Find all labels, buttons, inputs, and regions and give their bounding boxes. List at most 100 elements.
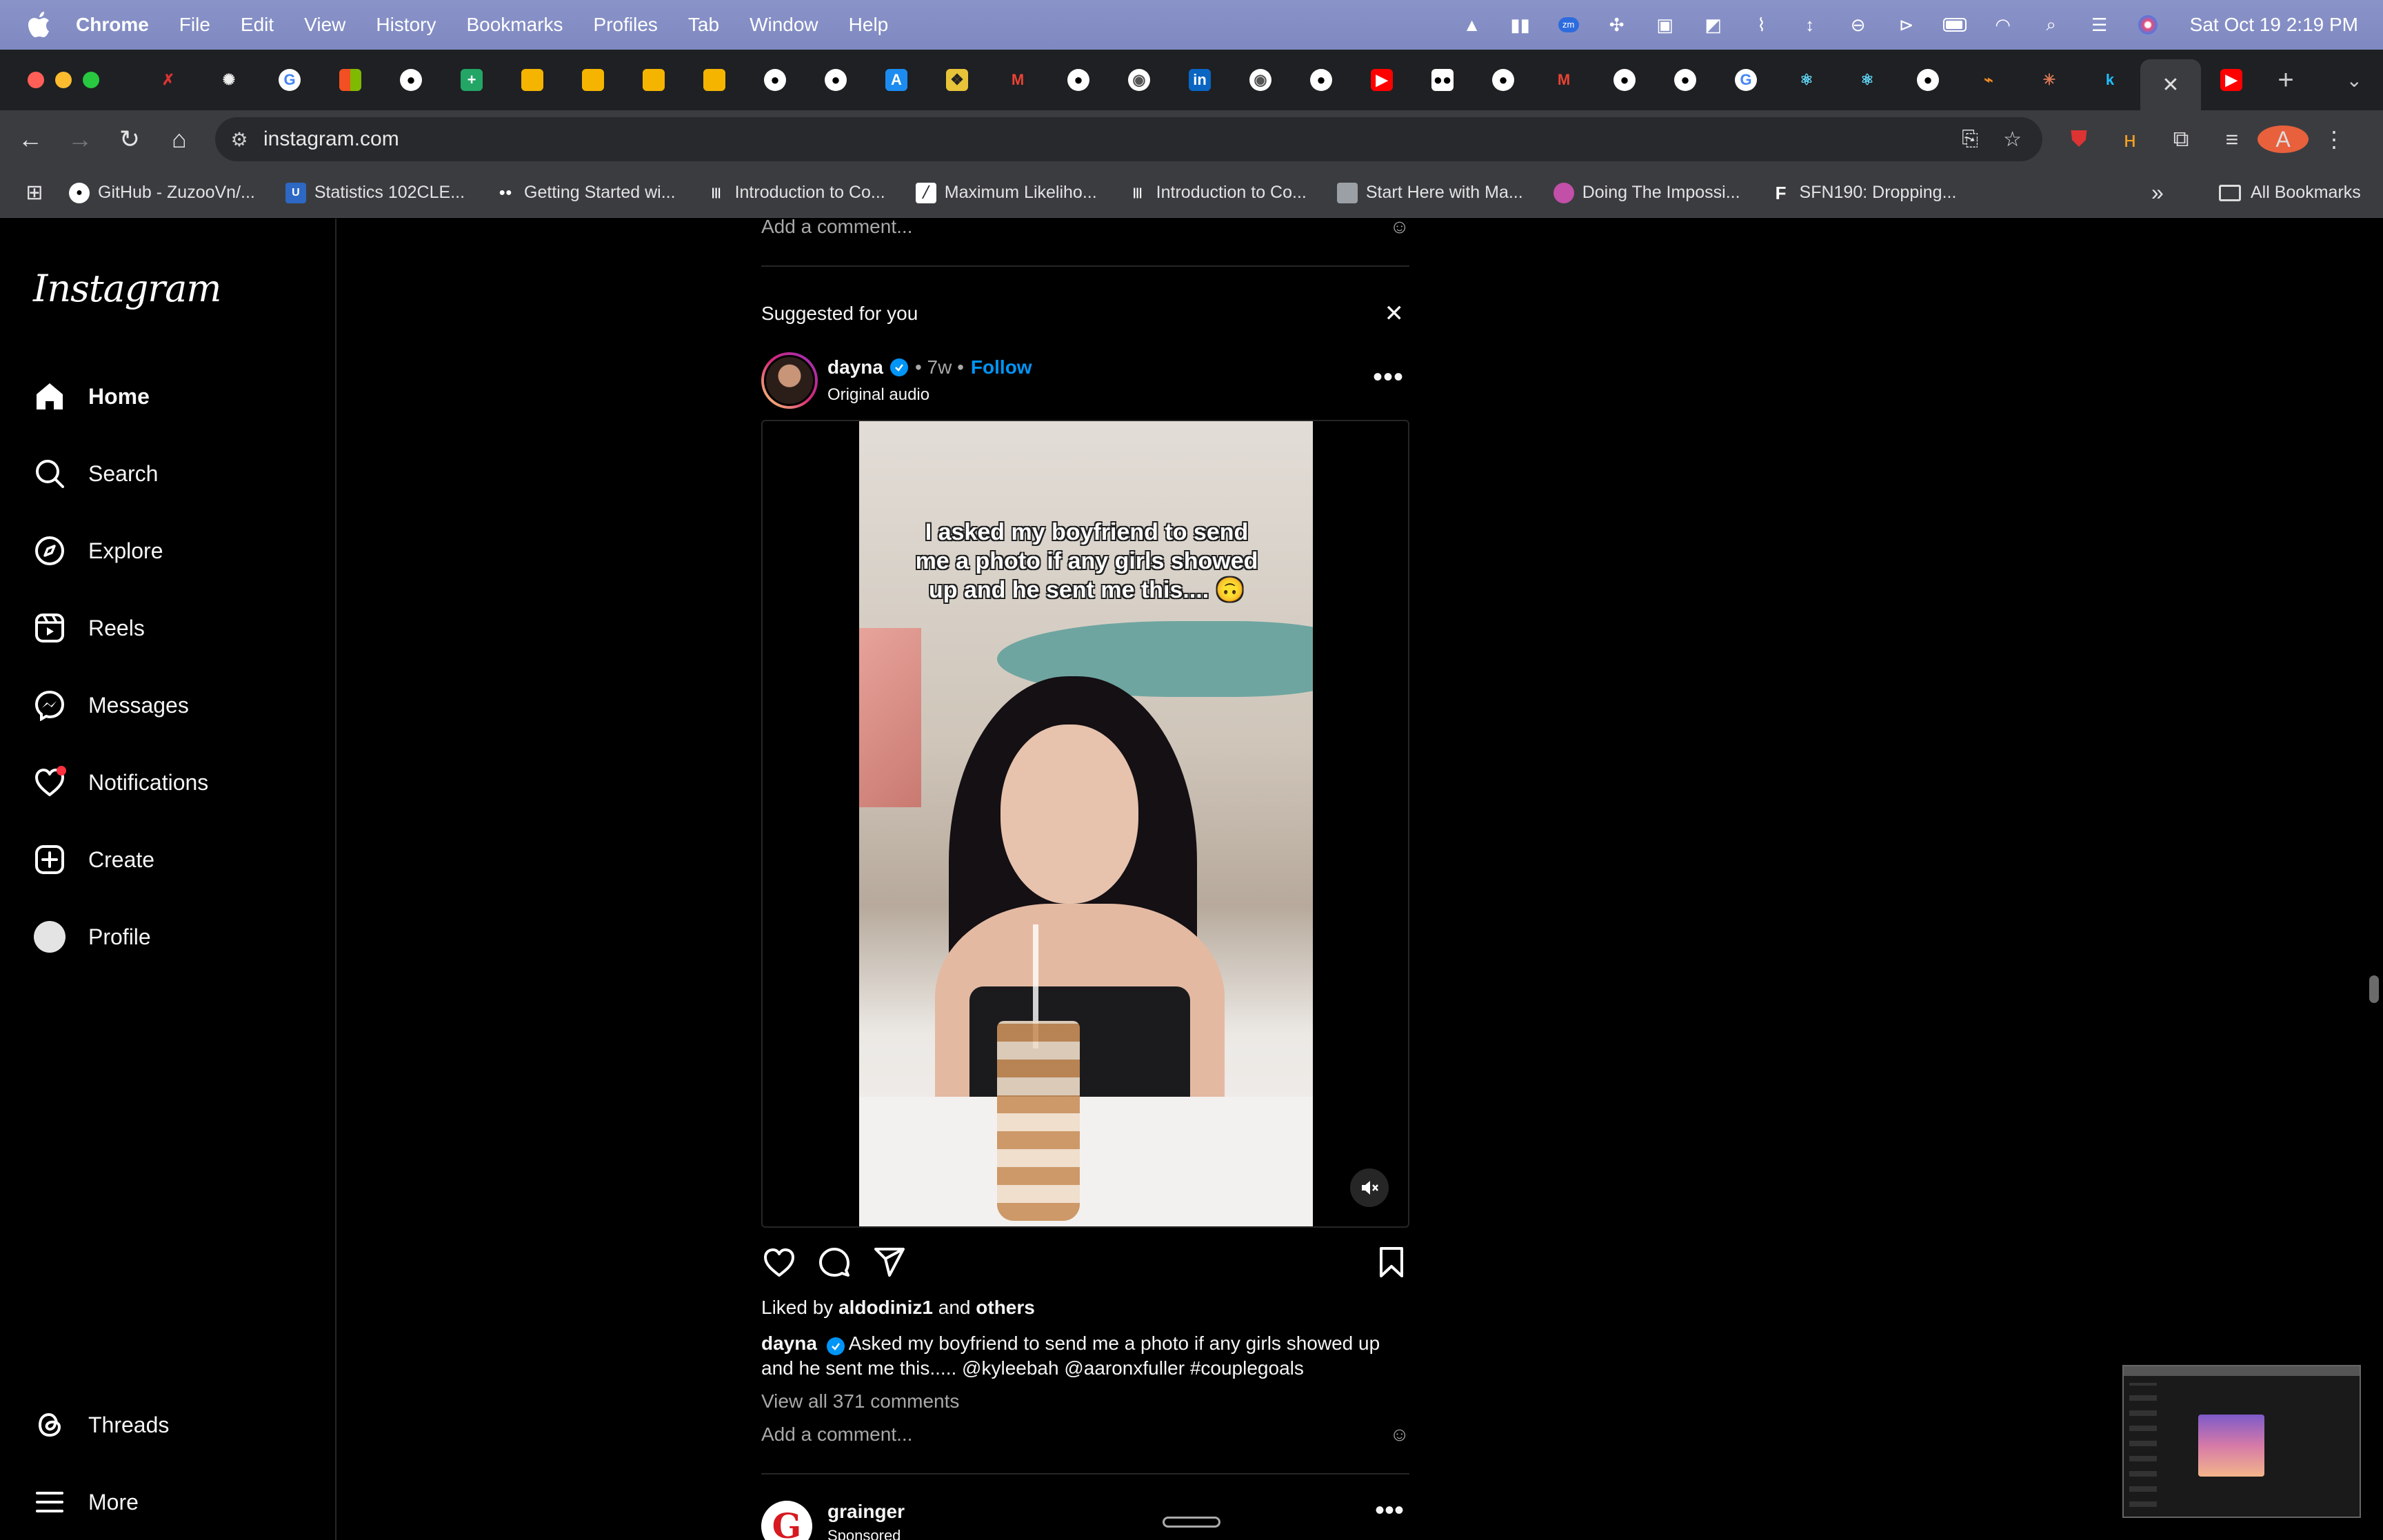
menu-app-chrome[interactable]: Chrome [76,14,149,36]
tab[interactable]: k [2080,57,2140,103]
tab[interactable]: G [1716,57,1776,103]
battery-icon[interactable] [1942,14,1967,35]
apple-icon[interactable] [25,11,52,39]
bookmark-item[interactable]: Start Here with Ma... [1336,182,1523,203]
tab-search-icon[interactable]: ⌄ [2346,69,2362,92]
nav-reels[interactable]: Reels [32,600,145,656]
menu-file[interactable]: File [179,14,210,36]
tab[interactable]: ◉ [1230,57,1291,103]
nav-notifications[interactable]: Notifications [32,755,208,810]
tab[interactable]: ⚛ [1837,57,1898,103]
tab[interactable]: ● [1048,57,1109,103]
url-text[interactable]: instagram.com [263,128,399,151]
wifi-icon[interactable]: ◠ [1991,14,2015,35]
liked-by-others[interactable]: others [976,1297,1035,1318]
extensions-icon[interactable]: ⧉ [2155,126,2206,152]
reel-video[interactable]: I asked my boyfriend to send me a photo … [859,421,1313,1226]
bookmark-item[interactable]: ||| Introduction to Co... [1127,183,1307,203]
post-media[interactable]: I asked my boyfriend to send me a photo … [761,420,1409,1228]
nav-messages[interactable]: Messages [32,678,189,733]
tab[interactable]: + [441,57,502,103]
tab[interactable]: M [1534,57,1594,103]
post-time[interactable]: 7w [927,356,952,378]
spotlight-icon[interactable]: ⌕ [2040,14,2063,35]
bookmark-star-icon[interactable]: ☆ [2003,128,2022,152]
profile-button[interactable]: A [2258,125,2309,153]
bookmark-item[interactable]: ||| Introduction to Co... [706,183,885,203]
page-scrollbar[interactable] [2369,975,2379,1003]
tab[interactable]: ◉ [1109,57,1169,103]
tab[interactable]: ❖ [927,57,987,103]
tab[interactable]: ▶ [1351,57,1412,103]
tab[interactable]: ▶ [2201,57,2262,103]
close-icon[interactable]: ✕ [2162,73,2179,97]
tab[interactable] [502,57,563,103]
new-tab-button[interactable]: + [2262,65,2310,96]
tab[interactable] [623,57,684,103]
tab[interactable]: ✺ [199,57,259,103]
grainger-avatar[interactable]: G [761,1501,812,1540]
honey-icon[interactable]: ʜ [2104,127,2155,152]
instagram-logo[interactable]: Instagram [33,267,221,310]
tab[interactable]: ● [1655,57,1716,103]
add-comment-input[interactable]: Add a comment... [761,216,912,238]
save-bookmark-icon[interactable] [1374,1244,1409,1280]
all-bookmarks-button[interactable]: All Bookmarks [2219,183,2361,203]
vector-icon[interactable]: ▲ [1460,14,1484,35]
apps-grid-icon[interactable]: ⊞ [0,181,69,205]
ublock-icon[interactable]: ⛊ [2053,126,2104,152]
menu-history[interactable]: History [376,14,436,36]
nav-profile[interactable]: Profile [32,909,151,964]
liked-by-user[interactable]: aldodiniz1 [838,1297,933,1318]
reload-button[interactable]: ↻ [105,125,154,154]
nav-search[interactable]: Search [32,446,158,501]
menu-bookmarks[interactable]: Bookmarks [466,14,563,36]
tab[interactable]: ● [805,57,866,103]
menu-profiles[interactable]: Profiles [594,14,658,36]
close-window-button[interactable] [28,72,44,88]
updown-icon[interactable]: ↕ [1798,14,1822,35]
emoji-icon[interactable]: ☺ [1389,216,1409,238]
dismiss-suggestion-icon[interactable]: ✕ [1385,300,1405,327]
comment-icon[interactable] [816,1244,852,1280]
bookmark-item[interactable]: U Statistics 102CLE... [285,182,465,203]
tab[interactable]: ⌁ [1958,57,2019,103]
more-options-icon[interactable]: ••• [1373,363,1404,391]
more-bookmarks-icon[interactable]: » [2151,180,2164,205]
tab[interactable]: in [1169,57,1230,103]
forward-button[interactable]: → [55,125,105,154]
share-icon[interactable] [872,1244,907,1280]
bookmark-item[interactable]: Doing The Impossi... [1553,182,1740,203]
tab[interactable]: ● [1291,57,1351,103]
post-audio-link[interactable]: Original audio [827,385,929,405]
like-heart-icon[interactable] [761,1244,797,1280]
menu-view[interactable]: View [304,14,345,36]
tab[interactable]: ● [1898,57,1958,103]
control-center-icon[interactable]: ☰ [2088,14,2111,35]
bookmark-item[interactable]: ●● Getting Started wi... [495,183,675,203]
nav-more[interactable]: More [32,1475,139,1530]
media-controls-icon[interactable]: ≡ [2206,127,2258,152]
home-button[interactable]: ⌂ [154,125,204,154]
menu-tab[interactable]: Tab [688,14,719,36]
add-comment-row[interactable]: Add a comment... ☺ [761,216,1409,238]
stats-icon[interactable]: ▮▮ [1509,14,1532,35]
screen-thumbnail-preview[interactable] [2122,1365,2361,1518]
nav-explore[interactable]: Explore [32,523,163,578]
tab[interactable]: ● [1594,57,1655,103]
caption-username[interactable]: dayna [761,1333,817,1354]
bookmark-item[interactable]: F SFN190: Dropping... [1771,183,1957,203]
play-circle-icon[interactable]: ⊳ [1895,14,1918,35]
nav-threads[interactable]: Threads [32,1397,169,1452]
bookmark-item[interactable]: ╱ Maximum Likeliho... [915,182,1097,203]
tab[interactable] [320,57,381,103]
shield-status-icon[interactable]: ✣ [1605,14,1629,35]
post-author-avatar[interactable] [761,352,818,409]
tab[interactable]: ●● [1412,57,1473,103]
add-comment-row[interactable]: Add a comment... ☺ [761,1424,1409,1446]
site-settings-icon[interactable]: ⚙ [215,128,263,151]
menu-edit[interactable]: Edit [241,14,274,36]
view-all-comments-link[interactable]: View all 371 comments [761,1390,959,1412]
clipboard-icon[interactable]: ▣ [1653,14,1677,35]
nav-home[interactable]: Home [32,369,150,424]
